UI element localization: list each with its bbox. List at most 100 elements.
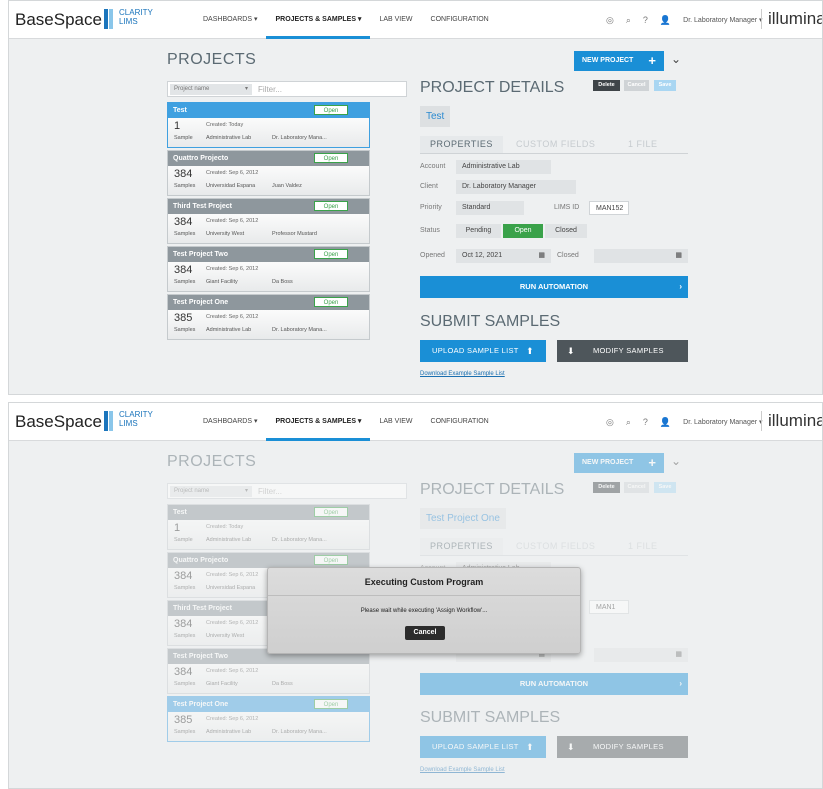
nav-lab-view[interactable]: LAB VIEW <box>370 1 421 39</box>
closed-date-field[interactable]: ▦ <box>594 249 688 263</box>
project-details-title: PROJECT DETAILS <box>420 481 565 498</box>
nav-projects-samples[interactable]: PROJECTS & SAMPLES ▾ <box>266 1 371 39</box>
project-card[interactable]: Test Project One Open 385 Samples Created… <box>167 294 370 340</box>
user-icon[interactable]: 👤 <box>660 15 671 26</box>
calendar-icon: ▦ <box>538 252 545 259</box>
search-icon[interactable]: ⌕ <box>626 417 631 428</box>
project-card[interactable]: Quattro Projecto Open 384 Samples Created… <box>167 150 370 196</box>
brand-logo[interactable]: BaseSpace <box>15 10 102 30</box>
status-open[interactable]: Open <box>503 224 543 238</box>
plus-icon: + <box>648 455 656 470</box>
brand-logo[interactable]: BaseSpace <box>15 412 102 432</box>
project-name-field[interactable]: Test Project One <box>420 508 506 529</box>
chevron-down-icon[interactable]: ⌄ <box>671 52 681 66</box>
project-card[interactable]: Third Test Project Open 384 Samples Creat… <box>167 198 370 244</box>
nav-configuration[interactable]: CONFIGURATION <box>422 1 498 39</box>
tab-files[interactable]: 1 FILE <box>628 538 658 555</box>
download-example-link[interactable]: Download Example Sample List <box>420 371 505 377</box>
project-card[interactable]: Test Project Two Open 384 Samples Created… <box>167 246 370 292</box>
nav-dashboards[interactable]: DASHBOARDS ▾ <box>194 403 266 441</box>
priority-label: Priority <box>420 204 442 211</box>
lims-id-field[interactable]: MAN1 <box>589 600 629 614</box>
download-arrow-icon: ⬇ <box>567 742 575 752</box>
filter-input[interactable]: Filter... <box>258 83 282 96</box>
delete-button[interactable]: Delete <box>593 80 620 91</box>
status-badge: Open <box>314 153 348 163</box>
project-card[interactable]: Test Project One Open 385 Samples Created: … <box>167 696 370 742</box>
nav-projects-samples[interactable]: PROJECTS & SAMPLES ▾ <box>266 403 371 441</box>
chevron-down-icon: ▾ <box>244 86 248 92</box>
modify-samples-button[interactable]: ⬇ MODIFY SAMPLES <box>557 340 688 362</box>
dialog-cancel-button[interactable]: Cancel <box>405 626 445 640</box>
tab-custom-fields[interactable]: CUSTOM FIELDS <box>516 136 595 153</box>
upload-sample-list-button[interactable]: UPLOAD SAMPLE LIST ⬆ <box>420 340 546 362</box>
screenshot-2: BaseSpace CLARITY LIMS DASHBOARDS ▾ PROJE… <box>8 402 823 789</box>
chevron-down-icon: ▾ <box>244 488 248 494</box>
project-card[interactable]: Test Project Two 384 Samples Created: Sep … <box>167 648 370 694</box>
project-name-field[interactable]: Test <box>420 106 451 127</box>
save-button[interactable]: Save <box>654 482 676 493</box>
search-icon[interactable]: ⌕ <box>626 15 631 26</box>
chevron-down-icon[interactable]: ⌄ <box>671 454 681 468</box>
delete-button[interactable]: Delete <box>593 482 620 493</box>
lims-id-field[interactable]: MAN152 <box>589 201 629 215</box>
client-field[interactable]: Dr. Laboratory Manager <box>456 180 576 194</box>
projects-title: PROJECTS <box>167 453 257 470</box>
save-button[interactable]: Save <box>654 80 676 91</box>
tab-files[interactable]: 1 FILE <box>628 136 658 153</box>
account-field[interactable]: Administrative Lab <box>456 160 551 174</box>
account-label: Account <box>420 163 446 170</box>
status-label: Status <box>420 227 440 234</box>
project-name: Test <box>173 107 187 114</box>
help-circle-icon[interactable]: ◎ <box>606 417 614 428</box>
filter-input[interactable]: Filter... <box>258 485 282 498</box>
client-label: Client <box>420 183 438 190</box>
new-project-button[interactable]: NEW PROJECT + <box>574 453 664 473</box>
opened-label: Opened <box>420 252 445 259</box>
calendar-icon: ▦ <box>675 252 682 259</box>
status-pending[interactable]: Pending <box>456 224 501 238</box>
tab-divider <box>420 153 688 154</box>
top-bar: BaseSpace CLARITY LIMS DASHBOARDS ▾ PROJE… <box>9 403 822 441</box>
question-icon[interactable]: ? <box>643 15 648 25</box>
download-example-link[interactable]: Download Example Sample List <box>420 767 505 773</box>
status-closed[interactable]: Closed <box>545 224 587 238</box>
help-circle-icon[interactable]: ◎ <box>606 15 614 26</box>
upload-arrow-icon: ⬆ <box>526 742 534 752</box>
upload-sample-list-button[interactable]: UPLOAD SAMPLE LIST ⬆ <box>420 736 546 758</box>
cancel-button[interactable]: Cancel <box>624 482 649 493</box>
filter-field-select[interactable]: Project name ▾ <box>170 84 252 95</box>
project-card[interactable]: Test Open 1 Sample Created: Today Adminis… <box>167 102 370 148</box>
chevron-right-icon: › <box>679 282 682 291</box>
filter-bar: Project name ▾ Filter... <box>167 483 407 499</box>
question-icon[interactable]: ? <box>643 417 648 427</box>
illumina-logo: illumina <box>761 411 822 431</box>
nav-configuration[interactable]: CONFIGURATION <box>422 403 498 441</box>
tab-properties[interactable]: PROPERTIES <box>420 538 503 555</box>
tab-custom-fields[interactable]: CUSTOM FIELDS <box>516 538 595 555</box>
user-icon[interactable]: 👤 <box>660 417 671 428</box>
project-card[interactable]: Test Open 1 Sample Created: Today Administra… <box>167 504 370 550</box>
opened-date-field[interactable]: Oct 12, 2021 ▦ <box>456 249 551 263</box>
closed-date-field[interactable]: ▦ <box>594 648 688 662</box>
run-automation-button[interactable]: RUN AUTOMATION › <box>420 673 688 695</box>
clarity-lims-logo: CLARITY LIMS <box>119 410 153 428</box>
new-project-button[interactable]: NEW PROJECT + <box>574 51 664 71</box>
filter-field-select[interactable]: Project name ▾ <box>170 486 252 497</box>
user-menu[interactable]: Dr. Laboratory Manager ▾ <box>683 418 762 426</box>
nav-lab-view[interactable]: LAB VIEW <box>370 403 421 441</box>
status-badge: Open <box>314 297 348 307</box>
user-menu[interactable]: Dr. Laboratory Manager ▾ <box>683 16 762 24</box>
illumina-logo: illumina <box>761 9 822 29</box>
priority-field[interactable]: Standard <box>456 201 524 215</box>
chevron-right-icon: › <box>679 679 682 688</box>
run-automation-button[interactable]: RUN AUTOMATION › <box>420 276 688 298</box>
main-nav: DASHBOARDS ▾ PROJECTS & SAMPLES ▾ LAB VI… <box>194 1 498 39</box>
projects-title: PROJECTS <box>167 51 257 68</box>
cancel-button[interactable]: Cancel <box>624 80 649 91</box>
modify-samples-button[interactable]: ⬇ MODIFY SAMPLES <box>557 736 688 758</box>
nav-dashboards[interactable]: DASHBOARDS ▾ <box>194 1 266 39</box>
tab-properties[interactable]: PROPERTIES <box>420 136 503 153</box>
project-details-title: PROJECT DETAILS <box>420 79 565 96</box>
status-badge: Open <box>314 699 348 709</box>
